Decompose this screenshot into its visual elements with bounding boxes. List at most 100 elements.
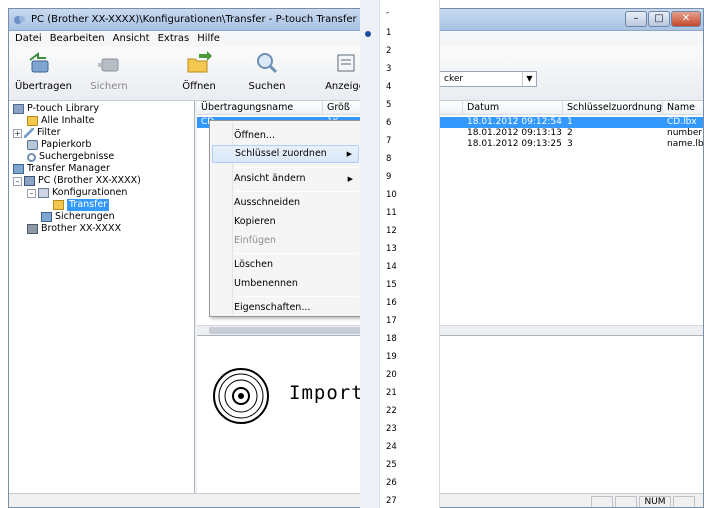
context-menu-change-view[interactable]: Ansicht ändern ▶	[212, 170, 359, 188]
tree-item-filter[interactable]: + Filter	[13, 127, 61, 139]
menu-view[interactable]: Ansicht	[113, 31, 150, 47]
submenu-key-item[interactable]: 21	[386, 388, 397, 398]
cell-key-assignment: 1	[563, 117, 663, 128]
submenu-key-item[interactable]: 9	[386, 172, 391, 182]
column-header-transfer-name[interactable]: Übertragungsname	[197, 101, 323, 115]
tree-item-transfer[interactable]: Transfer	[53, 199, 110, 211]
chevron-down-icon[interactable]: ▼	[522, 72, 536, 86]
close-button[interactable]: ✕	[671, 11, 701, 27]
submenu-key-item[interactable]: 20	[386, 370, 397, 380]
submenu-key-item[interactable]: 6	[386, 118, 391, 128]
column-header-date[interactable]: Datum	[463, 101, 563, 115]
menu-bar: Datei Bearbeiten Ansicht Extras Hilfe	[9, 31, 703, 47]
submenu-key-item[interactable]: 23	[386, 424, 397, 434]
cell-file-name: name.lb	[667, 139, 704, 149]
menu-separator	[236, 253, 358, 254]
view-button[interactable]: Anzeige	[325, 51, 365, 92]
tree-item-search-results[interactable]: Suchergebnisse	[27, 151, 114, 163]
context-menu-paste[interactable]: Einfügen	[212, 232, 359, 250]
tree-item-recycle-bin[interactable]: Papierkorb	[27, 139, 91, 151]
backups-icon	[41, 212, 52, 222]
column-header-key-assignment[interactable]: Schlüsselzuordnung	[563, 101, 663, 115]
cell-date: 18.01.2012 09:13:13	[467, 128, 562, 138]
minimize-button[interactable]: –	[625, 11, 647, 27]
menu-help[interactable]: Hilfe	[197, 31, 220, 47]
tree-item-pc[interactable]: – PC (Brother XX-XXXX)	[13, 175, 141, 187]
transfer-label: Übertragen	[15, 81, 72, 92]
title-bar[interactable]: PC (Brother XX-XXXX)\Konfigurationen\Tra…	[9, 9, 703, 31]
open-button[interactable]: Öffnen	[179, 51, 219, 92]
submenu-key-item[interactable]: 22	[386, 406, 397, 416]
cell-date: 18.01.2012 09:12:54	[463, 117, 563, 128]
horizontal-scrollbar[interactable]	[197, 325, 703, 335]
submenu-key-item[interactable]: 4	[386, 82, 391, 92]
submenu-key-item[interactable]: 14	[386, 262, 397, 272]
status-bar: NUM	[9, 493, 703, 507]
context-menu-assign-key[interactable]: Schlüssel zuordnen ▶	[212, 145, 359, 163]
context-menu-cut[interactable]: Ausschneiden	[212, 194, 359, 212]
tree-item-configurations[interactable]: – Konfigurationen	[27, 187, 127, 199]
tree-item-all-contents[interactable]: Alle Inhalte	[27, 115, 95, 127]
context-menu-properties[interactable]: Eigenschaften...	[212, 299, 359, 317]
submenu-key-item[interactable]: 15	[386, 280, 397, 290]
submenu-key-item[interactable]: 2	[386, 46, 391, 56]
search-button[interactable]: Suchen	[247, 51, 287, 92]
column-header-name[interactable]: Name	[663, 101, 703, 115]
tree-item-backups[interactable]: Sicherungen	[41, 211, 115, 223]
submenu-key-item[interactable]: 1	[386, 28, 391, 38]
tree-item-transfer-manager[interactable]: Transfer Manager	[13, 163, 110, 175]
submenu-key-item[interactable]: 18	[386, 334, 397, 344]
maximize-button[interactable]: □	[648, 11, 670, 27]
key-number-list: -1 2 3 4 5 6 7 8 9 10 11 12 13 14 15 16 17 18 19 20 21 22 23 24…	[380, 0, 440, 508]
view-icon	[337, 54, 355, 72]
submenu-key-item[interactable]: 5	[386, 100, 391, 110]
printer-select-value: cker	[444, 74, 464, 84]
preview-pane: Import data	[197, 335, 703, 493]
folder-icon	[27, 116, 38, 126]
submenu-key-item[interactable]: 10	[386, 190, 397, 200]
folder-icon	[53, 200, 64, 210]
status-field	[673, 496, 695, 507]
status-field	[615, 496, 637, 507]
submenu-key-item[interactable]: 8	[386, 154, 391, 164]
app-icon	[14, 16, 25, 24]
cell-key-assignment: 2	[567, 128, 573, 138]
context-menu-assign-key-label: Schlüssel zuordnen	[235, 148, 327, 159]
submenu-key-item[interactable]: 7	[386, 136, 391, 146]
menu-tools[interactable]: Extras	[158, 31, 190, 47]
context-menu-delete[interactable]: Löschen	[212, 256, 359, 274]
context-menu-copy[interactable]: Kopieren	[212, 213, 359, 231]
submenu-key-item[interactable]: 27	[386, 496, 397, 506]
submenu-key-item[interactable]: 3	[386, 64, 391, 74]
context-menu-rename[interactable]: Umbenennen	[212, 275, 359, 293]
cell-file-name: CD.lbx	[663, 117, 703, 128]
collapse-icon[interactable]: –	[13, 176, 22, 186]
submenu-key-item[interactable]: 26	[386, 478, 397, 488]
num-lock-indicator: NUM	[639, 496, 671, 507]
submenu-key-item[interactable]: 13	[386, 244, 397, 254]
context-menu-open[interactable]: Öffnen...	[212, 127, 359, 145]
computer-icon	[24, 176, 35, 186]
submenu-key-item[interactable]: 25	[386, 460, 397, 470]
save-button[interactable]: Sichern	[85, 51, 133, 92]
submenu-key-item[interactable]: 16	[386, 298, 397, 308]
save-label: Sichern	[90, 81, 128, 92]
transfer-manager-icon	[13, 164, 24, 174]
submenu-key-item[interactable]: -	[386, 8, 389, 18]
menu-edit[interactable]: Bearbeiten	[50, 31, 105, 47]
submenu-key-item[interactable]: 17	[386, 316, 397, 326]
expand-icon[interactable]: +	[13, 128, 22, 138]
submenu-key-item[interactable]: 24	[386, 442, 397, 452]
status-field	[591, 496, 613, 507]
tree-item-ptouch-library[interactable]: P-touch Library	[13, 103, 99, 115]
submenu-gutter	[360, 0, 380, 508]
submenu-key-item[interactable]: 12	[386, 226, 397, 236]
submenu-key-item[interactable]: 11	[386, 208, 397, 218]
collapse-icon[interactable]: –	[27, 188, 36, 198]
submenu-key-item[interactable]: 19	[386, 352, 397, 362]
tree-item-printer[interactable]: Brother XX-XXXX	[27, 223, 121, 235]
context-menu-change-view-label: Ansicht ändern	[234, 173, 306, 184]
printer-select[interactable]: cker ▼	[439, 71, 537, 87]
transfer-button[interactable]: Übertragen	[15, 51, 72, 92]
menu-file[interactable]: Datei	[15, 31, 42, 47]
